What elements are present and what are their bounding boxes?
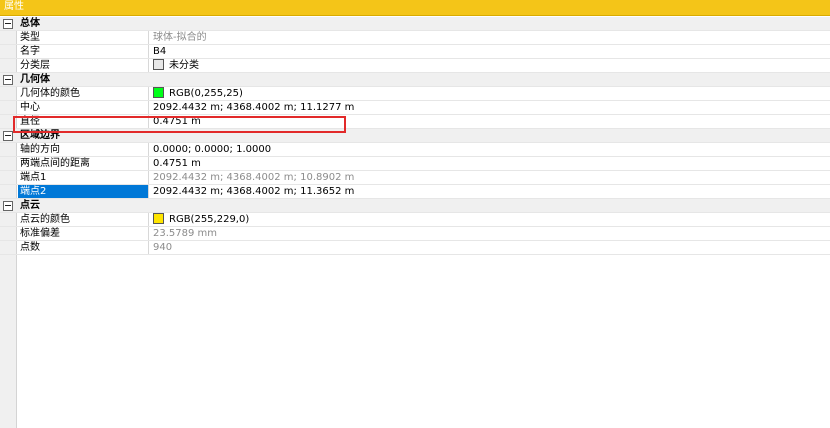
category-bounds[interactable]: 区域边界 [0, 129, 830, 143]
property-value[interactable]: 2092.4432 m; 4368.4002 m; 11.1277 m [150, 101, 830, 114]
category-geometry[interactable]: 几何体 [0, 73, 830, 87]
property-value: 球体-拟合的 [153, 32, 207, 43]
property-name: 直径 [18, 115, 149, 128]
property-row-axis[interactable]: 轴的方向 0.0000; 0.0000; 1.0000 [0, 143, 830, 157]
property-name: 几何体的颜色 [18, 87, 149, 100]
collapse-icon[interactable] [3, 75, 13, 85]
layer-value-text: 未分类 [169, 60, 199, 71]
property-value[interactable]: 0.0000; 0.0000; 1.0000 [150, 143, 830, 156]
property-grid: 总体 类型 球体-拟合的 名字 B4 分类层 未分类 几何体 几何体的颜色 RG… [0, 17, 830, 428]
category-general[interactable]: 总体 [0, 17, 830, 31]
property-name: 分类层 [18, 59, 149, 72]
property-value[interactable]: 2092.4432 m; 4368.4002 m; 11.3652 m [150, 185, 830, 198]
geometry-color-text: RGB(0,255,25) [169, 88, 243, 99]
collapse-icon[interactable] [3, 201, 13, 211]
property-row-distance[interactable]: 两端点间的距离 0.4751 m [0, 157, 830, 171]
property-row-name[interactable]: 名字 B4 [0, 45, 830, 59]
property-row-count[interactable]: 点数 940 [0, 241, 830, 255]
property-row-endpoint-2[interactable]: 端点2 2092.4432 m; 4368.4002 m; 11.3652 m [0, 185, 830, 199]
property-row-cloud-color[interactable]: 点云的颜色 RGB(255,229,0) [0, 213, 830, 227]
category-label: 点云 [20, 200, 40, 211]
property-row-diameter[interactable]: 直径 0.4751 m [0, 115, 830, 129]
property-name: 中心 [18, 101, 149, 114]
property-value: 940 [153, 242, 173, 253]
window-title: 属性 [4, 1, 24, 12]
category-label: 区域边界 [20, 130, 60, 141]
property-row-geometry-color[interactable]: 几何体的颜色 RGB(0,255,25) [0, 87, 830, 101]
property-value[interactable]: 0.4751 m [150, 157, 830, 170]
property-name: 轴的方向 [18, 143, 149, 156]
collapse-icon[interactable] [3, 19, 13, 29]
property-name: 两端点间的距离 [18, 157, 149, 170]
property-name: 点云的颜色 [18, 213, 149, 226]
geometry-color-swatch-icon [153, 87, 164, 98]
property-row-endpoint-1[interactable]: 端点1 2092.4432 m; 4368.4002 m; 10.8902 m [0, 171, 830, 185]
collapse-icon[interactable] [3, 131, 13, 141]
property-row-center[interactable]: 中心 2092.4432 m; 4368.4002 m; 11.1277 m [0, 101, 830, 115]
property-value-cloud-color[interactable]: RGB(255,229,0) [150, 213, 830, 226]
property-name: 点数 [18, 241, 149, 254]
property-value: 23.5789 mm [153, 228, 218, 239]
property-name: 类型 [18, 31, 149, 44]
category-pointcloud[interactable]: 点云 [0, 199, 830, 213]
property-row-stddev[interactable]: 标准偏差 23.5789 mm [0, 227, 830, 241]
cloud-color-swatch-icon [153, 213, 164, 224]
category-label: 总体 [20, 18, 40, 29]
property-value-geometry-color[interactable]: RGB(0,255,25) [150, 87, 830, 100]
category-label: 几何体 [20, 74, 50, 85]
property-name: 端点1 [18, 171, 149, 184]
property-row-layer[interactable]: 分类层 未分类 [0, 59, 830, 73]
property-value[interactable]: 0.4751 m [150, 115, 830, 128]
layer-color-swatch-icon [153, 59, 164, 70]
properties-title-bar: 属性 [0, 0, 830, 16]
property-row-type[interactable]: 类型 球体-拟合的 [0, 31, 830, 45]
property-name: 标准偏差 [18, 227, 149, 240]
property-value-layer[interactable]: 未分类 [150, 59, 830, 72]
property-value[interactable]: B4 [150, 45, 830, 58]
property-name: 名字 [18, 45, 149, 58]
cloud-color-text: RGB(255,229,0) [169, 214, 250, 225]
property-name: 端点2 [18, 185, 149, 198]
property-value: 2092.4432 m; 4368.4002 m; 10.8902 m [153, 172, 355, 183]
